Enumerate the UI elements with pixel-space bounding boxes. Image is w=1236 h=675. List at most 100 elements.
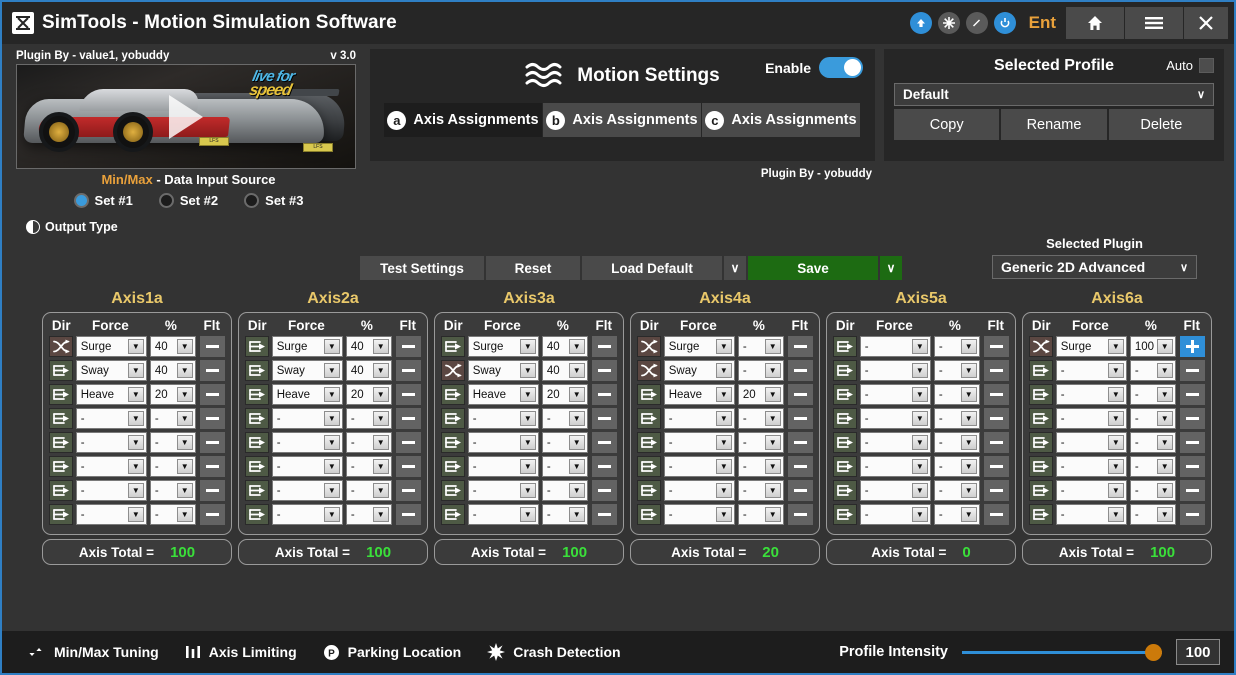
percent-select[interactable]: -▼ bbox=[934, 360, 980, 381]
direction-arrow-icon[interactable] bbox=[1029, 384, 1053, 405]
force-select[interactable]: -▼ bbox=[1056, 504, 1127, 525]
force-select[interactable]: Sway▼ bbox=[76, 360, 147, 381]
percent-select[interactable]: 40▼ bbox=[346, 336, 392, 357]
filter-add-icon[interactable] bbox=[1180, 336, 1205, 357]
percent-select[interactable]: -▼ bbox=[1130, 360, 1176, 381]
force-chevron-down-icon[interactable]: ▼ bbox=[912, 339, 928, 354]
enable-toggle[interactable] bbox=[819, 57, 863, 78]
percent-chevron-down-icon[interactable]: ▼ bbox=[765, 459, 781, 474]
force-select[interactable]: -▼ bbox=[664, 480, 735, 501]
percent-select[interactable]: -▼ bbox=[542, 480, 588, 501]
force-select[interactable]: -▼ bbox=[664, 456, 735, 477]
direction-cross-icon[interactable] bbox=[49, 336, 73, 357]
direction-arrow-icon[interactable] bbox=[245, 504, 269, 525]
force-chevron-down-icon[interactable]: ▼ bbox=[716, 363, 732, 378]
force-chevron-down-icon[interactable]: ▼ bbox=[324, 387, 340, 402]
force-chevron-down-icon[interactable]: ▼ bbox=[520, 387, 536, 402]
percent-select[interactable]: -▼ bbox=[1130, 456, 1176, 477]
percent-select[interactable]: -▼ bbox=[934, 408, 980, 429]
force-select[interactable]: -▼ bbox=[468, 480, 539, 501]
filter-remove-icon[interactable] bbox=[1180, 480, 1205, 501]
radio-set-1[interactable]: Set #1 bbox=[74, 193, 133, 208]
filter-remove-icon[interactable] bbox=[592, 408, 617, 429]
percent-chevron-down-icon[interactable]: ▼ bbox=[569, 435, 585, 450]
filter-remove-icon[interactable] bbox=[984, 408, 1009, 429]
force-select[interactable]: -▼ bbox=[664, 432, 735, 453]
force-chevron-down-icon[interactable]: ▼ bbox=[912, 363, 928, 378]
percent-chevron-down-icon[interactable]: ▼ bbox=[373, 435, 389, 450]
test-settings-button[interactable]: Test Settings bbox=[360, 256, 484, 280]
force-select[interactable]: -▼ bbox=[860, 360, 931, 381]
auto-checkbox[interactable] bbox=[1199, 58, 1214, 73]
force-chevron-down-icon[interactable]: ▼ bbox=[128, 387, 144, 402]
filter-remove-icon[interactable] bbox=[396, 504, 421, 525]
filter-remove-icon[interactable] bbox=[592, 504, 617, 525]
force-select[interactable]: -▼ bbox=[664, 408, 735, 429]
force-chevron-down-icon[interactable]: ▼ bbox=[716, 435, 732, 450]
percent-chevron-down-icon[interactable]: ▼ bbox=[373, 363, 389, 378]
percent-select[interactable]: -▼ bbox=[934, 336, 980, 357]
load-default-button[interactable]: Load Default bbox=[582, 256, 722, 280]
force-select[interactable]: -▼ bbox=[272, 480, 343, 501]
force-chevron-down-icon[interactable]: ▼ bbox=[1108, 339, 1124, 354]
percent-select[interactable]: -▼ bbox=[738, 456, 784, 477]
tab-axis-assignments-a[interactable]: a Axis Assignments bbox=[384, 103, 542, 137]
save-button[interactable]: Save bbox=[748, 256, 878, 280]
percent-select[interactable]: -▼ bbox=[346, 504, 392, 525]
percent-chevron-down-icon[interactable]: ▼ bbox=[1157, 363, 1173, 378]
force-select[interactable]: -▼ bbox=[860, 384, 931, 405]
percent-chevron-down-icon[interactable]: ▼ bbox=[373, 507, 389, 522]
force-select[interactable]: -▼ bbox=[1056, 384, 1127, 405]
percent-chevron-down-icon[interactable]: ▼ bbox=[373, 411, 389, 426]
direction-arrow-icon[interactable] bbox=[833, 504, 857, 525]
force-select[interactable]: -▼ bbox=[860, 432, 931, 453]
percent-chevron-down-icon[interactable]: ▼ bbox=[961, 411, 977, 426]
percent-chevron-down-icon[interactable]: ▼ bbox=[765, 507, 781, 522]
filter-remove-icon[interactable] bbox=[788, 408, 813, 429]
percent-chevron-down-icon[interactable]: ▼ bbox=[765, 435, 781, 450]
percent-chevron-down-icon[interactable]: ▼ bbox=[177, 435, 193, 450]
percent-select[interactable]: 20▼ bbox=[150, 384, 196, 405]
filter-remove-icon[interactable] bbox=[788, 432, 813, 453]
percent-chevron-down-icon[interactable]: ▼ bbox=[373, 387, 389, 402]
force-select[interactable]: Heave▼ bbox=[272, 384, 343, 405]
filter-remove-icon[interactable] bbox=[984, 336, 1009, 357]
force-chevron-down-icon[interactable]: ▼ bbox=[1108, 459, 1124, 474]
direction-arrow-icon[interactable] bbox=[49, 432, 73, 453]
filter-remove-icon[interactable] bbox=[200, 360, 225, 381]
force-chevron-down-icon[interactable]: ▼ bbox=[716, 459, 732, 474]
direction-arrow-icon[interactable] bbox=[833, 408, 857, 429]
percent-chevron-down-icon[interactable]: ▼ bbox=[569, 339, 585, 354]
tab-axis-assignments-b[interactable]: b Axis Assignments bbox=[543, 103, 701, 137]
force-chevron-down-icon[interactable]: ▼ bbox=[1108, 483, 1124, 498]
direction-arrow-icon[interactable] bbox=[1029, 480, 1053, 501]
radio-set-3[interactable]: Set #3 bbox=[244, 193, 303, 208]
filter-remove-icon[interactable] bbox=[1180, 504, 1205, 525]
force-chevron-down-icon[interactable]: ▼ bbox=[128, 507, 144, 522]
force-select[interactable]: -▼ bbox=[76, 456, 147, 477]
filter-remove-icon[interactable] bbox=[788, 384, 813, 405]
force-chevron-down-icon[interactable]: ▼ bbox=[520, 339, 536, 354]
force-chevron-down-icon[interactable]: ▼ bbox=[716, 411, 732, 426]
force-select[interactable]: Surge▼ bbox=[272, 336, 343, 357]
percent-select[interactable]: -▼ bbox=[150, 408, 196, 429]
filter-remove-icon[interactable] bbox=[788, 360, 813, 381]
percent-chevron-down-icon[interactable]: ▼ bbox=[961, 363, 977, 378]
percent-select[interactable]: 20▼ bbox=[738, 384, 784, 405]
direction-arrow-icon[interactable] bbox=[441, 432, 465, 453]
percent-select[interactable]: -▼ bbox=[738, 432, 784, 453]
percent-select[interactable]: -▼ bbox=[1130, 480, 1176, 501]
force-select[interactable]: -▼ bbox=[468, 504, 539, 525]
percent-chevron-down-icon[interactable]: ▼ bbox=[569, 459, 585, 474]
force-chevron-down-icon[interactable]: ▼ bbox=[128, 363, 144, 378]
direction-arrow-icon[interactable] bbox=[245, 336, 269, 357]
force-select[interactable]: -▼ bbox=[1056, 360, 1127, 381]
direction-cross-icon[interactable] bbox=[637, 336, 661, 357]
filter-remove-icon[interactable] bbox=[592, 480, 617, 501]
direction-arrow-icon[interactable] bbox=[245, 432, 269, 453]
force-select[interactable]: -▼ bbox=[1056, 432, 1127, 453]
force-select[interactable]: -▼ bbox=[860, 504, 931, 525]
force-chevron-down-icon[interactable]: ▼ bbox=[520, 411, 536, 426]
direction-arrow-icon[interactable] bbox=[441, 336, 465, 357]
filter-remove-icon[interactable] bbox=[200, 432, 225, 453]
